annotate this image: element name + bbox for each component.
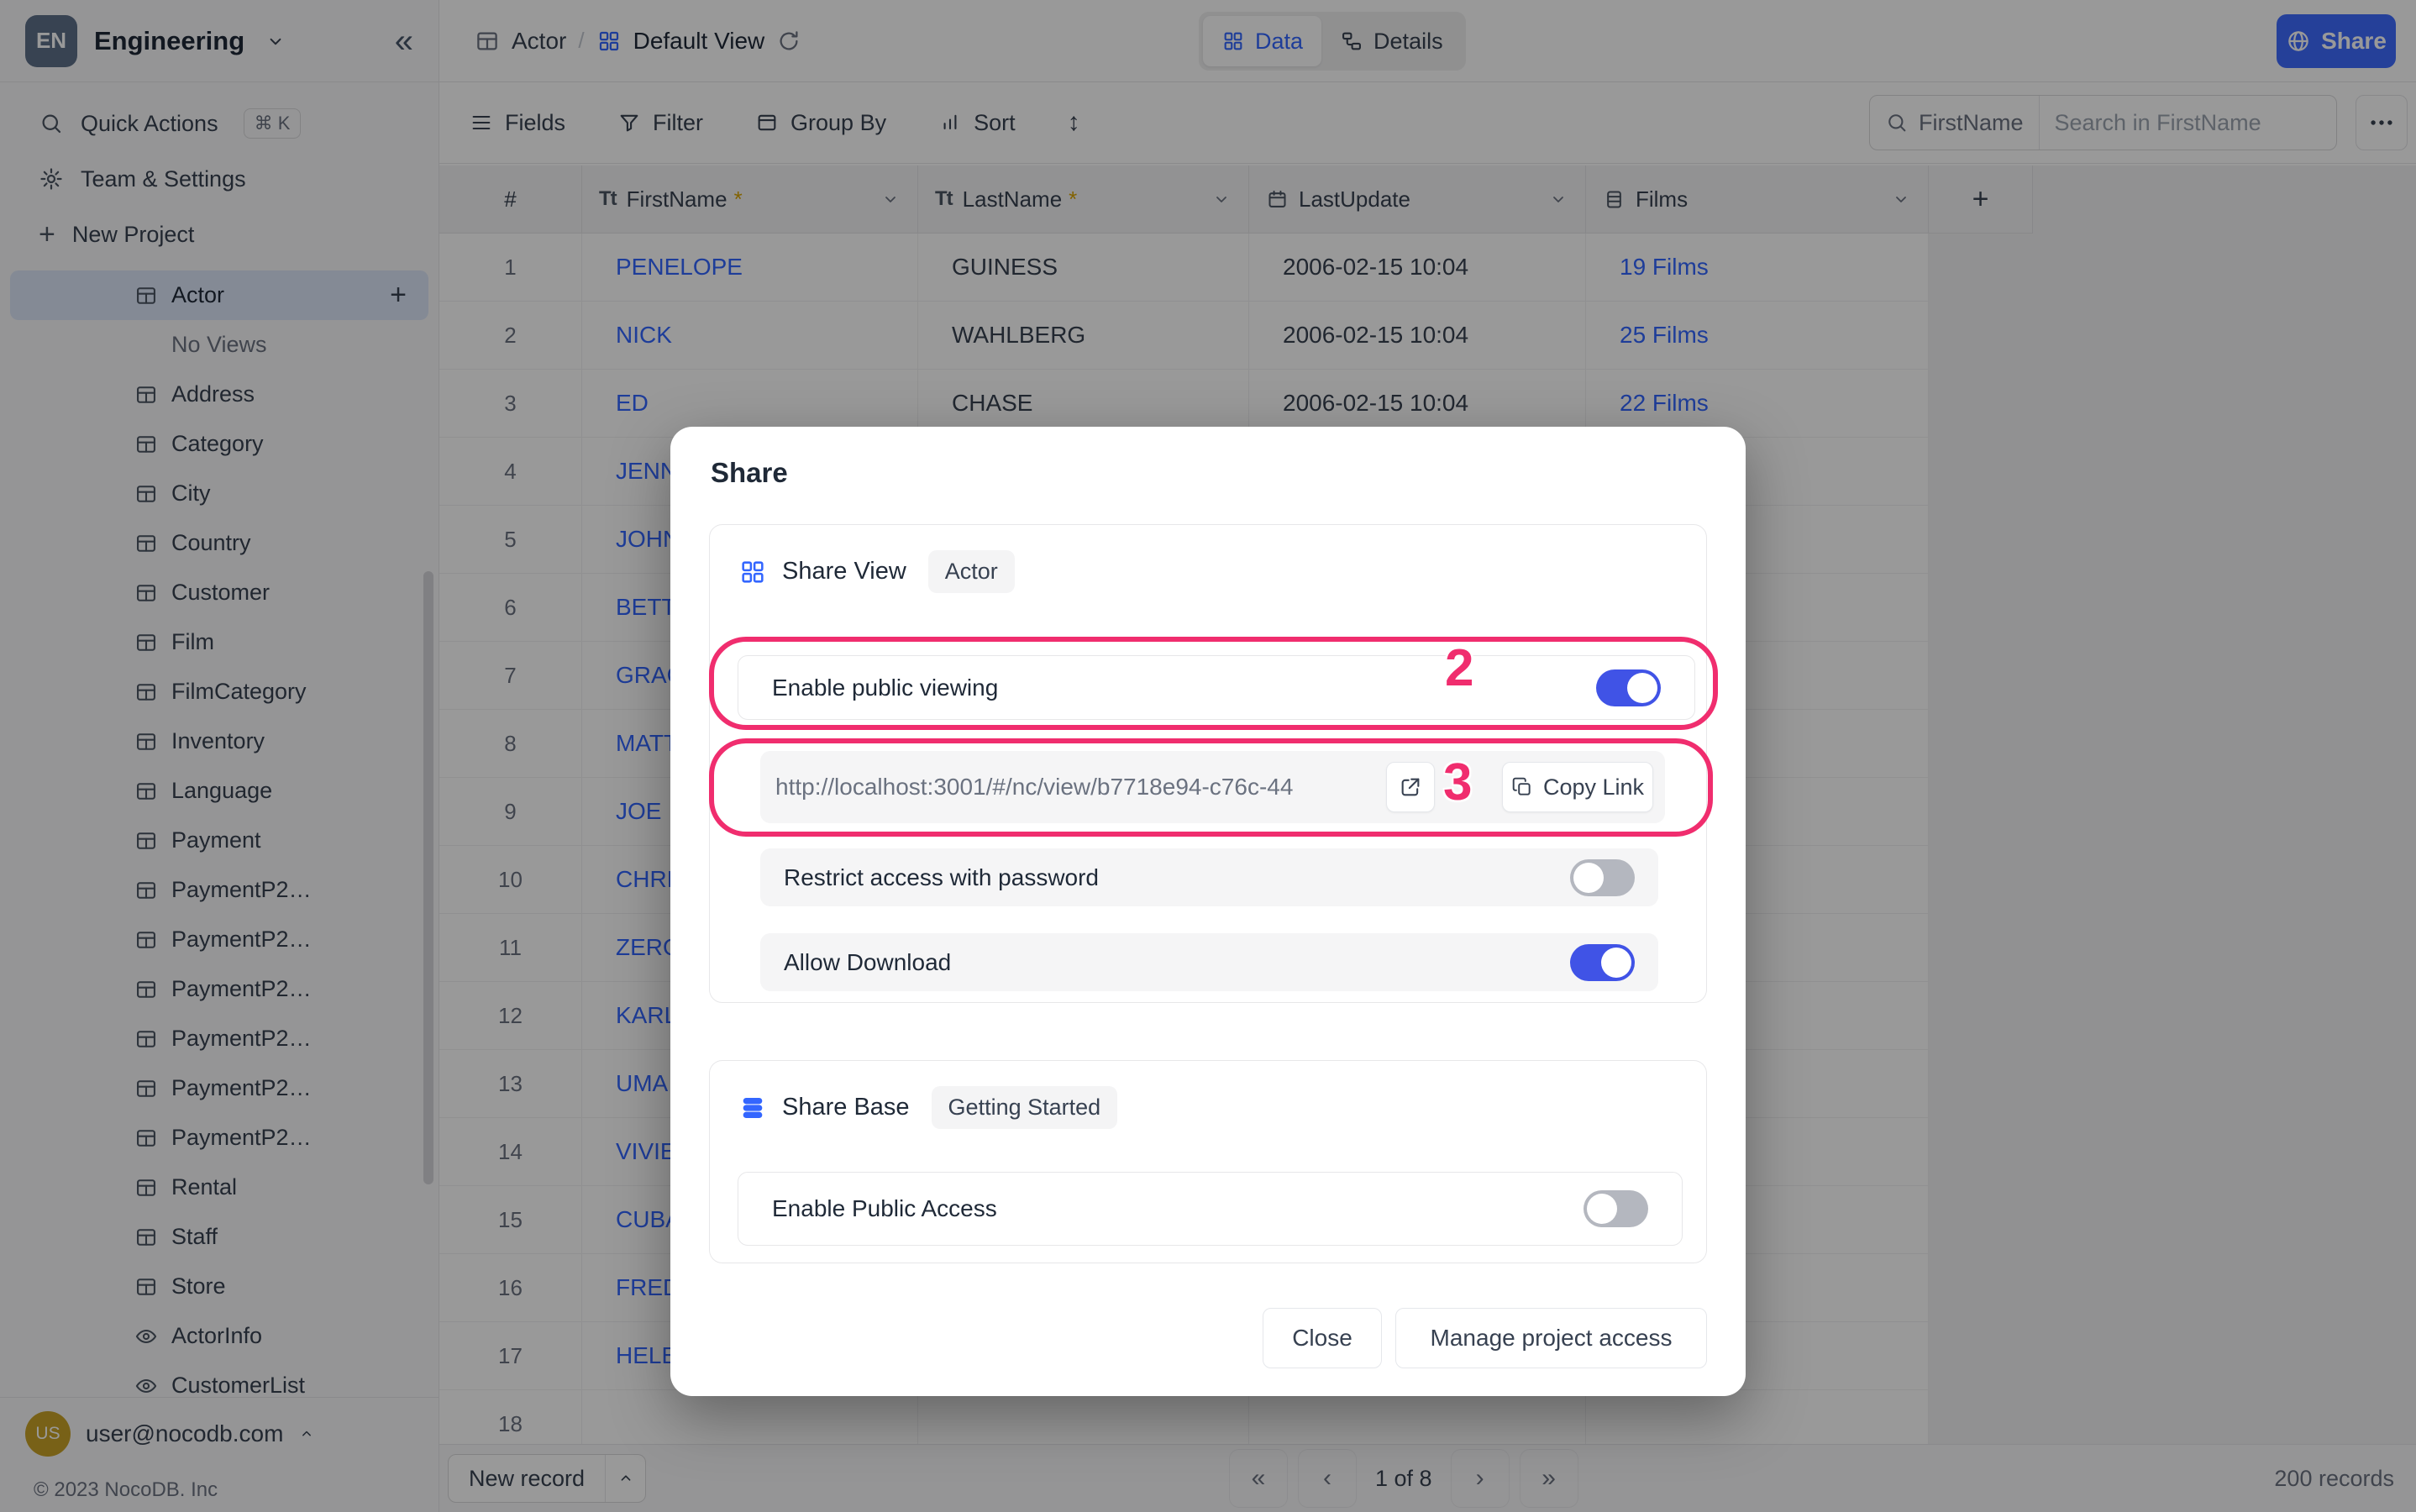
- allow-download-label: Allow Download: [784, 949, 951, 976]
- modal-footer: Close Manage project access: [1263, 1308, 1707, 1368]
- manage-project-access-button[interactable]: Manage project access: [1395, 1308, 1707, 1368]
- share-view-header: Share View Actor: [738, 550, 1015, 593]
- grid-icon: [738, 558, 767, 586]
- allow-download-toggle[interactable]: [1570, 944, 1635, 981]
- annotation-number-3: 3: [1443, 753, 1472, 812]
- share-base-header: Share Base Getting Started: [738, 1086, 1117, 1129]
- modal-title: Share: [711, 457, 788, 489]
- enable-public-access-label: Enable Public Access: [772, 1195, 997, 1222]
- annotation-rect-3: [709, 738, 1713, 837]
- share-view-target-chip: Actor: [928, 550, 1015, 593]
- allow-download-row: Allow Download: [760, 933, 1658, 991]
- share-base-heading: Share Base: [782, 1094, 910, 1121]
- close-button[interactable]: Close: [1263, 1308, 1382, 1368]
- share-base-section: Share Base Getting Started Enable Public…: [709, 1060, 1707, 1263]
- share-base-target-chip: Getting Started: [932, 1086, 1118, 1129]
- share-view-heading: Share View: [782, 558, 906, 585]
- enable-public-access-row: Enable Public Access: [738, 1172, 1683, 1246]
- restrict-password-label: Restrict access with password: [784, 864, 1099, 891]
- restrict-password-row: Restrict access with password: [760, 848, 1658, 906]
- public-access-toggle[interactable]: [1584, 1190, 1648, 1227]
- annotation-rect-2: [709, 637, 1718, 730]
- annotation-number-2: 2: [1445, 638, 1473, 698]
- restrict-password-toggle[interactable]: [1570, 859, 1635, 896]
- database-icon: [738, 1094, 767, 1122]
- nocodb-app: EN Engineering « Quick Actions ⌘ K Team …: [0, 0, 2416, 1512]
- share-modal: Share Share View Actor Enable public vie…: [670, 427, 1746, 1396]
